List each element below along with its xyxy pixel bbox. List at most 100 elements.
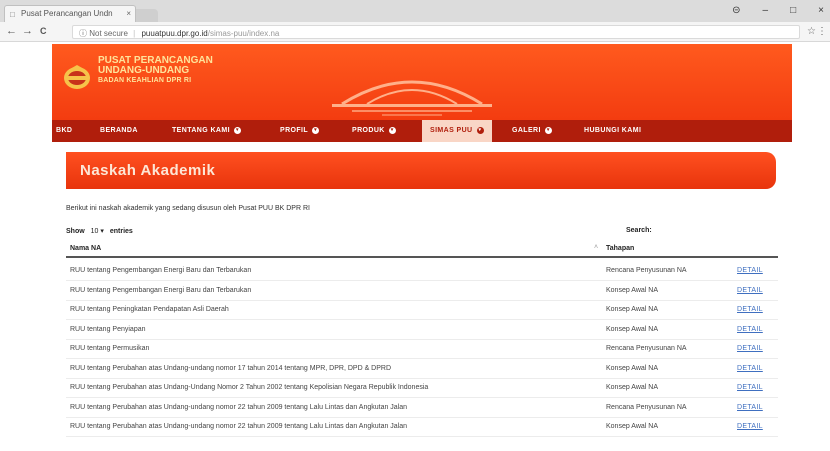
cell-nama: RUU tentang Perubahan atas Undang-undang… <box>70 364 392 372</box>
page-title: Naskah Akademik <box>80 162 216 179</box>
site-header: PUSAT PERANCANGAN UNDANG-UNDANG BADAN KE… <box>52 44 792 120</box>
info-icon: ⓘ <box>79 29 87 38</box>
search-label: Search: <box>626 227 652 234</box>
table-header: Nama NA ˄ Tahapan <box>66 241 778 258</box>
reload-icon[interactable]: C <box>40 26 47 36</box>
intro-text: Berikut ini naskah akademik yang sedang … <box>66 205 310 212</box>
table-row: RUU tentang Perubahan atas Undang-undang… <box>66 418 778 437</box>
chevron-down-icon: ▾ <box>100 228 104 235</box>
nav-item-label: BKD <box>56 127 73 134</box>
parliament-building-image <box>332 80 492 116</box>
column-header-nama[interactable]: Nama NA <box>70 245 101 252</box>
cell-tahapan: Konsep Awal NA <box>606 306 659 313</box>
column-header-tahapan[interactable]: Tahapan <box>606 245 634 252</box>
cell-tahapan: Konsep Awal NA <box>606 325 659 333</box>
cell-nama: RUU tentang Pengembangan Energi Baru dan… <box>70 286 252 294</box>
cell-tahapan: Konsep Awal NA <box>606 286 659 294</box>
forward-icon[interactable]: → <box>22 25 33 37</box>
back-icon[interactable]: ← <box>6 25 17 37</box>
table-row: RUU tentang Pengembangan Energi Baru dan… <box>66 262 778 281</box>
browser-menu-icon[interactable]: ⋮ <box>817 26 827 37</box>
bookmark-star-icon[interactable]: ☆ <box>807 26 816 37</box>
chevron-down-icon: ▾ <box>476 126 484 134</box>
url-host: puuatpuu.dpr.go.id <box>141 29 208 38</box>
chevron-down-icon: ▾ <box>312 126 320 134</box>
entries-select-value: 10 <box>90 228 99 235</box>
cell-tahapan: Rencana Penyusunan NA <box>606 267 687 274</box>
cell-nama: RUU tentang Penyiapan <box>70 325 146 333</box>
chevron-down-icon: ▾ <box>544 126 552 134</box>
main-nav: BKD BERANDA TENTANG KAMI ▾ PROFIL ▾ PRODUK ▾ SIM… <box>52 120 792 142</box>
cell-nama: RUU tentang Perubahan atas Undang-undang… <box>70 423 408 430</box>
nav-item-label: PROFIL <box>280 127 309 134</box>
sort-icon[interactable]: ˄ <box>594 244 598 251</box>
table-row: RUU tentang Perubahan atas Undang-undang… <box>66 399 778 418</box>
nav-item-tentang-kami[interactable]: TENTANG KAMI ▾ <box>172 120 241 142</box>
nav-item-label: BERANDA <box>100 127 138 134</box>
detail-link[interactable]: DETAIL <box>737 326 763 333</box>
cell-nama: RUU tentang Permusikan <box>70 345 150 352</box>
table-row: RUU tentang Penyiapan Konsep Awal NA DETAI… <box>66 321 778 340</box>
table-row: RUU tentang Permusikan Rencana Penyusunan… <box>66 340 778 359</box>
detail-link[interactable]: DETAIL <box>737 267 763 274</box>
nav-item-label: SIMAS PUU <box>430 127 473 134</box>
cell-nama: RUU tentang Peningkatan Pendapatan Asli … <box>70 306 229 313</box>
nav-item-galeri[interactable]: GALERI ▾ <box>512 120 552 142</box>
detail-link[interactable]: DETAIL <box>737 306 763 313</box>
user-icon[interactable]: ⊝ <box>732 5 740 16</box>
nav-item-label: GALERI <box>512 127 541 134</box>
minimize-icon[interactable]: – <box>763 5 769 16</box>
close-window-icon[interactable]: × <box>818 5 824 16</box>
url-path: /simas-puu/index.na <box>207 29 280 38</box>
security-label: Not secure <box>89 29 128 38</box>
search-input[interactable] <box>660 224 776 236</box>
nav-item-label: HUBUNGI KAMI <box>584 127 642 134</box>
cell-tahapan: Konsep Awal NA <box>606 384 659 391</box>
site-brand[interactable]: PUSAT PERANCANGAN UNDANG-UNDANG BADAN KE… <box>98 56 213 86</box>
window-controls: ⊝ – □ × <box>732 5 824 16</box>
cell-tahapan: Rencana Penyusunan NA <box>606 403 687 411</box>
detail-link[interactable]: DETAIL <box>737 287 763 294</box>
nav-item-hubungi-kami[interactable]: HUBUNGI KAMI <box>584 120 641 142</box>
cell-nama: RUU tentang Perubahan atas Undang-undang… <box>70 403 408 411</box>
browser-tab-bar: □ Pusat Perancangan Undn × ⊝ – □ × <box>0 0 830 22</box>
show-label: Show <box>66 228 85 235</box>
nav-item-beranda[interactable]: BERANDA <box>100 120 138 142</box>
page-icon: □ <box>10 10 15 19</box>
tab-title: Pusat Perancangan Undn <box>21 9 113 18</box>
browser-tab[interactable]: □ Pusat Perancangan Undn × <box>4 5 136 22</box>
cell-tahapan: Konsep Awal NA <box>606 364 659 372</box>
detail-link[interactable]: DETAIL <box>737 384 763 391</box>
nav-item-label: PRODUK <box>352 127 385 134</box>
nav-item-simas-puu[interactable]: SIMAS PUU ▾ <box>422 120 492 142</box>
detail-link[interactable]: DETAIL <box>737 345 763 352</box>
entries-select[interactable]: 10 ▾ <box>91 228 104 235</box>
cell-nama: RUU tentang Perubahan atas Undang-Undang… <box>70 384 429 391</box>
new-tab-button[interactable] <box>136 9 158 22</box>
entries-label: entries <box>109 228 133 235</box>
nav-item-profil[interactable]: PROFIL ▾ <box>280 120 320 142</box>
maximize-icon[interactable]: □ <box>790 5 796 16</box>
url-input[interactable]: ⓘ Not secure | puuatpuu.dpr.go.id/simas-… <box>72 25 800 39</box>
chevron-down-icon: ▾ <box>233 126 241 134</box>
tab-close-icon[interactable]: × <box>126 9 131 18</box>
table-row: RUU tentang Pengembangan Energi Baru dan… <box>66 282 778 301</box>
brand-line-3: BADAN KEAHLIAN DPR RI <box>98 77 192 84</box>
table-row: RUU tentang Peningkatan Pendapatan Asli … <box>66 301 778 320</box>
cell-nama: RUU tentang Pengembangan Energi Baru dan… <box>70 267 252 274</box>
page-banner: Naskah Akademik <box>66 152 776 189</box>
address-bar: ← → C ⓘ Not secure | puuatpuu.dpr.go.id/… <box>0 22 830 42</box>
nav-item-bkd[interactable]: BKD <box>56 120 72 142</box>
table-row: RUU tentang Perubahan atas Undang-undang… <box>66 360 778 379</box>
nav-item-produk[interactable]: PRODUK ▾ <box>352 120 396 142</box>
url-separator: | <box>133 29 136 38</box>
cell-tahapan: Rencana Penyusunan NA <box>606 345 687 352</box>
cell-tahapan: Konsep Awal NA <box>606 423 659 430</box>
detail-link[interactable]: DETAIL <box>737 423 763 430</box>
chevron-down-icon: ▾ <box>388 126 396 134</box>
nav-item-label: TENTANG KAMI <box>172 127 230 134</box>
table-row: RUU tentang Perubahan atas Undang-Undang… <box>66 379 778 398</box>
brand-line-2: UNDANG-UNDANG <box>98 65 190 76</box>
detail-link[interactable]: DETAIL <box>737 404 763 411</box>
detail-link[interactable]: DETAIL <box>737 365 763 372</box>
